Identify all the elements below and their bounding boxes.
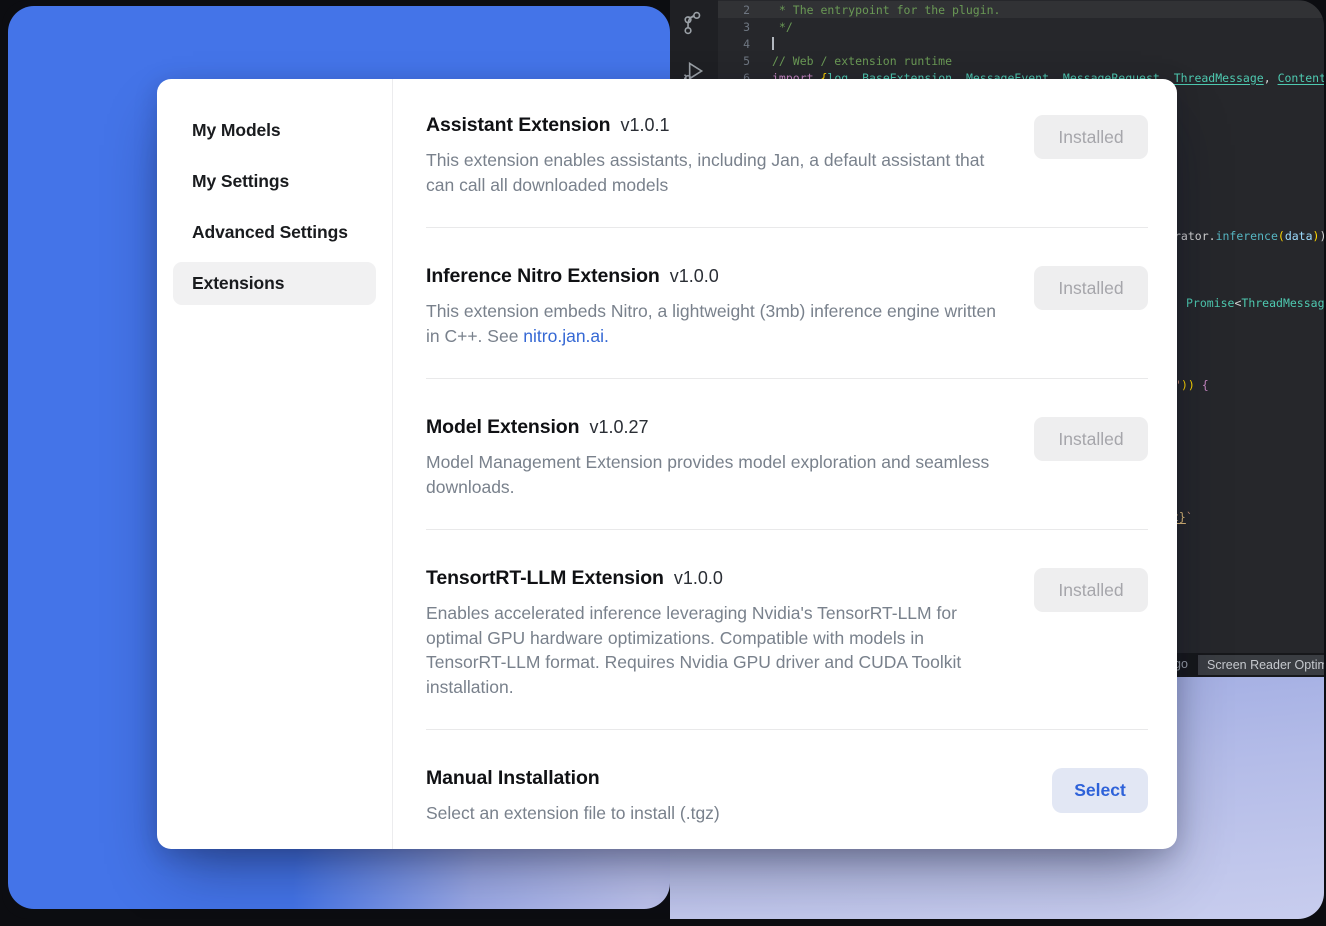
nitro-jan-ai-link[interactable]: nitro.jan.ai. [523,326,609,346]
line-number: 3 [718,20,758,34]
extension-info: Assistant Extension v1.0.1 This extension… [426,113,1004,197]
extension-row-tensorrt-llm: TensortRT-LLM Extension v1.0.0 Enables ac… [426,529,1148,729]
extension-row-inference-nitro: Inference Nitro Extension v1.0.0 This ext… [426,227,1148,378]
extension-info: TensortRT-LLM Extension v1.0.0 Enables ac… [426,566,1004,699]
code-comment: */ [772,20,793,34]
code-line: 3 */ [718,18,1324,35]
text-caret [772,37,774,50]
extension-version: v1.0.0 [670,266,719,286]
extension-info: Model Extension v1.0.27 Model Management … [426,415,1004,499]
sidebar-item-advanced-settings[interactable]: Advanced Settings [173,211,376,254]
code-fragment: rator.inference(data)); [1174,229,1324,243]
line-number: 2 [718,3,758,17]
code-comment: // Web / extension runtime [772,54,952,68]
code-fragment: Promise<ThreadMessage> [1186,296,1324,310]
installed-badge: Installed [1034,115,1148,159]
extension-heading: TensortRT-LLM Extension v1.0.0 [426,566,1004,590]
source-control-icon[interactable] [681,10,707,36]
extension-version: v1.0.1 [620,115,669,135]
installed-badge: Installed [1034,568,1148,612]
extension-info: Inference Nitro Extension v1.0.0 This ext… [426,264,1004,348]
extension-title: Assistant Extension [426,114,610,136]
extension-info: Manual Installation Select an extension … [426,766,720,826]
extension-version: v1.0.27 [589,417,648,437]
extension-title: Manual Installation [426,767,600,789]
code-line: 4 [718,35,1324,52]
screen: 2 * The entrypoint for the plugin. 3 */ … [0,0,1326,926]
extension-version: v1.0.0 [674,568,723,588]
extension-description: Select an extension file to install (.tg… [426,801,720,826]
extension-title: Inference Nitro Extension [426,265,660,287]
extensions-list: Assistant Extension v1.0.1 This extension… [393,79,1177,849]
installed-badge: Installed [1034,266,1148,310]
extension-heading: Inference Nitro Extension v1.0.0 [426,264,1004,288]
extension-description: This extension enables assistants, inclu… [426,148,1004,197]
extension-row-assistant: Assistant Extension v1.0.1 This extension… [426,113,1148,227]
code-fragment: ")) { [1174,378,1209,392]
extension-title: TensortRT-LLM Extension [426,567,664,589]
extension-heading: Assistant Extension v1.0.1 [426,113,1004,137]
extension-description: Enables accelerated inference leveraging… [426,601,1004,699]
extension-description: Model Management Extension provides mode… [426,450,1004,499]
extension-row-model: Model Extension v1.0.27 Model Management … [426,378,1148,529]
extension-title: Model Extension [426,416,579,438]
select-file-button[interactable]: Select [1052,768,1148,813]
extension-heading: Model Extension v1.0.27 [426,415,1004,439]
line-number: 5 [718,54,758,68]
line-number: 4 [718,37,758,51]
installed-badge: Installed [1034,417,1148,461]
sidebar-item-extensions[interactable]: Extensions [173,262,376,305]
settings-modal: My Models My Settings Advanced Settings … [157,79,1177,849]
sidebar-item-my-models[interactable]: My Models [173,109,376,152]
extension-description: This extension embeds Nitro, a lightweig… [426,299,1004,348]
sidebar-item-my-settings[interactable]: My Settings [173,160,376,203]
code-comment: * The entrypoint for the plugin. [772,3,1000,17]
extension-row-manual-installation: Manual Installation Select an extension … [426,729,1148,849]
extension-heading: Manual Installation [426,766,720,790]
screen-reader-optimized-status[interactable]: Screen Reader Optimized [1198,655,1324,675]
code-line: 2 * The entrypoint for the plugin. [718,1,1324,18]
code-line: 5 // Web / extension runtime [718,52,1324,69]
code-area: 2 * The entrypoint for the plugin. 3 */ … [718,1,1324,86]
desktop-frame: 2 * The entrypoint for the plugin. 3 */ … [2,0,1324,919]
settings-sidebar: My Models My Settings Advanced Settings … [157,79,393,849]
